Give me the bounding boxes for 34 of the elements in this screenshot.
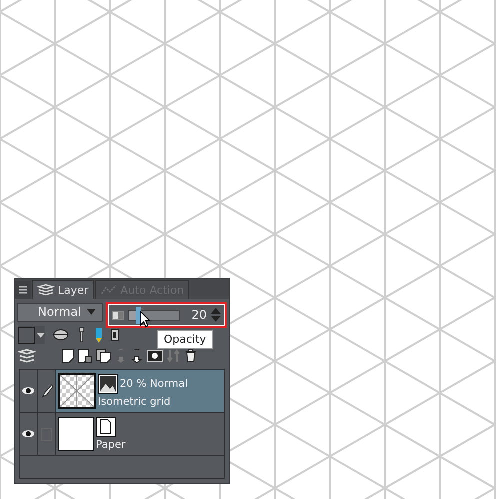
pencil-icon[interactable] xyxy=(95,326,103,344)
mask-icon[interactable] xyxy=(147,350,163,362)
pen-icon[interactable] xyxy=(40,384,52,398)
opacity-value: 20 xyxy=(192,308,207,322)
layer-thumbnail xyxy=(58,373,96,409)
cursor-icon xyxy=(140,311,152,328)
new-layer-icon[interactable] xyxy=(62,349,74,363)
color-swatch-dropdown[interactable] xyxy=(18,326,45,344)
layers-icon xyxy=(37,284,55,296)
layers-icon[interactable] xyxy=(18,348,36,364)
folder-icon[interactable] xyxy=(96,349,111,363)
layer-thumbnail xyxy=(58,417,94,451)
eye-icon[interactable] xyxy=(22,430,35,438)
opacity-icon xyxy=(112,310,124,320)
page-icon xyxy=(96,417,116,437)
layer-name: Paper xyxy=(96,439,126,451)
caret-icon xyxy=(86,309,96,315)
slider-thumb[interactable] xyxy=(136,306,141,324)
panel-menu-button[interactable] xyxy=(15,281,31,299)
merge-down-icon[interactable] xyxy=(131,349,143,363)
trash-icon[interactable] xyxy=(185,349,197,363)
caret-icon xyxy=(37,332,45,338)
eye-icon[interactable] xyxy=(22,387,35,395)
panel-tab[interactable]: Layer xyxy=(32,280,94,299)
tooltip: Opacity xyxy=(157,330,214,349)
layer-info: 20 % Normal xyxy=(120,378,188,390)
image-layer-icon xyxy=(98,374,118,394)
layer-name: Isometric grid xyxy=(98,396,172,408)
layer-row[interactable]: Paper xyxy=(20,413,224,456)
dots-icon xyxy=(100,284,118,296)
new-raster-layer-icon[interactable] xyxy=(78,349,92,363)
blend-mode-dropdown[interactable]: Normal xyxy=(17,302,103,322)
menu-icon xyxy=(18,285,28,295)
ellipse-icon[interactable] xyxy=(53,329,69,341)
